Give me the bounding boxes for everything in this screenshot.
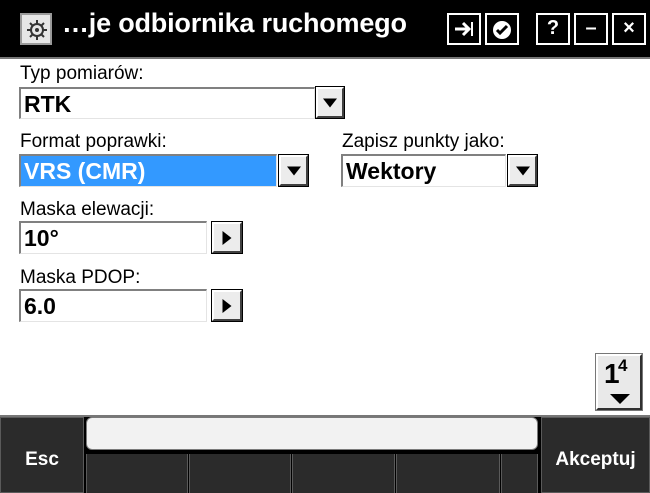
correction-format-label: Format poprawki: (20, 131, 167, 152)
store-points-value: Wektory (346, 158, 437, 184)
chevron-right-icon (222, 298, 232, 313)
forward-button[interactable] (447, 13, 481, 45)
survey-type-dropdown-button[interactable] (315, 86, 345, 119)
store-points-dropdown-button[interactable] (507, 154, 538, 187)
ok-check-icon (493, 21, 511, 39)
softkey-slot-5[interactable] (501, 454, 538, 493)
softkey-slot-1[interactable] (86, 454, 188, 493)
page-total: 4 (618, 356, 628, 375)
chevron-right-icon (222, 230, 232, 245)
softkey-slot-2[interactable] (189, 454, 291, 493)
elevation-mask-value: 10° (24, 225, 59, 251)
ok-button[interactable] (485, 13, 519, 45)
store-points-label: Zapisz punkty jako: (342, 131, 505, 152)
status-strip (86, 417, 538, 450)
forward-arrow-icon (455, 21, 473, 37)
elevation-mask-expand-button[interactable] (211, 221, 243, 254)
page-selector-button[interactable]: 1 4 (595, 353, 643, 411)
chevron-down-icon (515, 166, 530, 175)
accept-label: Akceptuj (555, 449, 636, 470)
chevron-down-icon (323, 98, 337, 107)
elevation-mask-label: Maska elewacji: (20, 199, 155, 220)
esc-button[interactable]: Esc (0, 417, 84, 493)
minimize-button[interactable]: – (574, 13, 608, 45)
help-button[interactable]: ? (536, 13, 570, 45)
settings-gear-icon[interactable] (20, 13, 52, 45)
survey-type-label: Typ pomiarów: (20, 63, 144, 84)
pdop-mask-label: Maska PDOP: (20, 267, 141, 288)
softkey-slot-3[interactable] (292, 454, 395, 493)
correction-format-dropdown-button[interactable] (278, 154, 309, 187)
title-bar: …je odbiornika ruchomego ? – × (0, 0, 650, 57)
pdop-mask-value: 6.0 (24, 293, 56, 319)
correction-format-value: VRS (CMR) (24, 158, 146, 184)
divider (0, 57, 650, 59)
pdop-mask-field[interactable]: 6.0 (19, 289, 207, 322)
elevation-mask-field[interactable]: 10° (19, 221, 207, 254)
survey-type-value: RTK (24, 91, 72, 117)
chevron-down-icon (286, 166, 301, 175)
esc-label: Esc (25, 449, 59, 470)
window-title: …je odbiornika ruchomego (62, 8, 407, 38)
chevron-down-icon (610, 394, 630, 404)
store-points-select[interactable]: Wektory (341, 154, 506, 187)
softkey-slot-4[interactable] (396, 454, 500, 493)
accept-button[interactable]: Akceptuj (541, 417, 650, 493)
survey-type-select[interactable]: RTK (19, 87, 315, 119)
correction-format-select[interactable]: VRS (CMR) (19, 154, 277, 187)
close-button[interactable]: × (612, 13, 646, 45)
softkey-bar: Esc Akceptuj (0, 417, 650, 493)
form-content: Typ pomiarów: RTK Format poprawki: VRS (… (0, 57, 650, 418)
pdop-mask-expand-button[interactable] (211, 289, 243, 322)
